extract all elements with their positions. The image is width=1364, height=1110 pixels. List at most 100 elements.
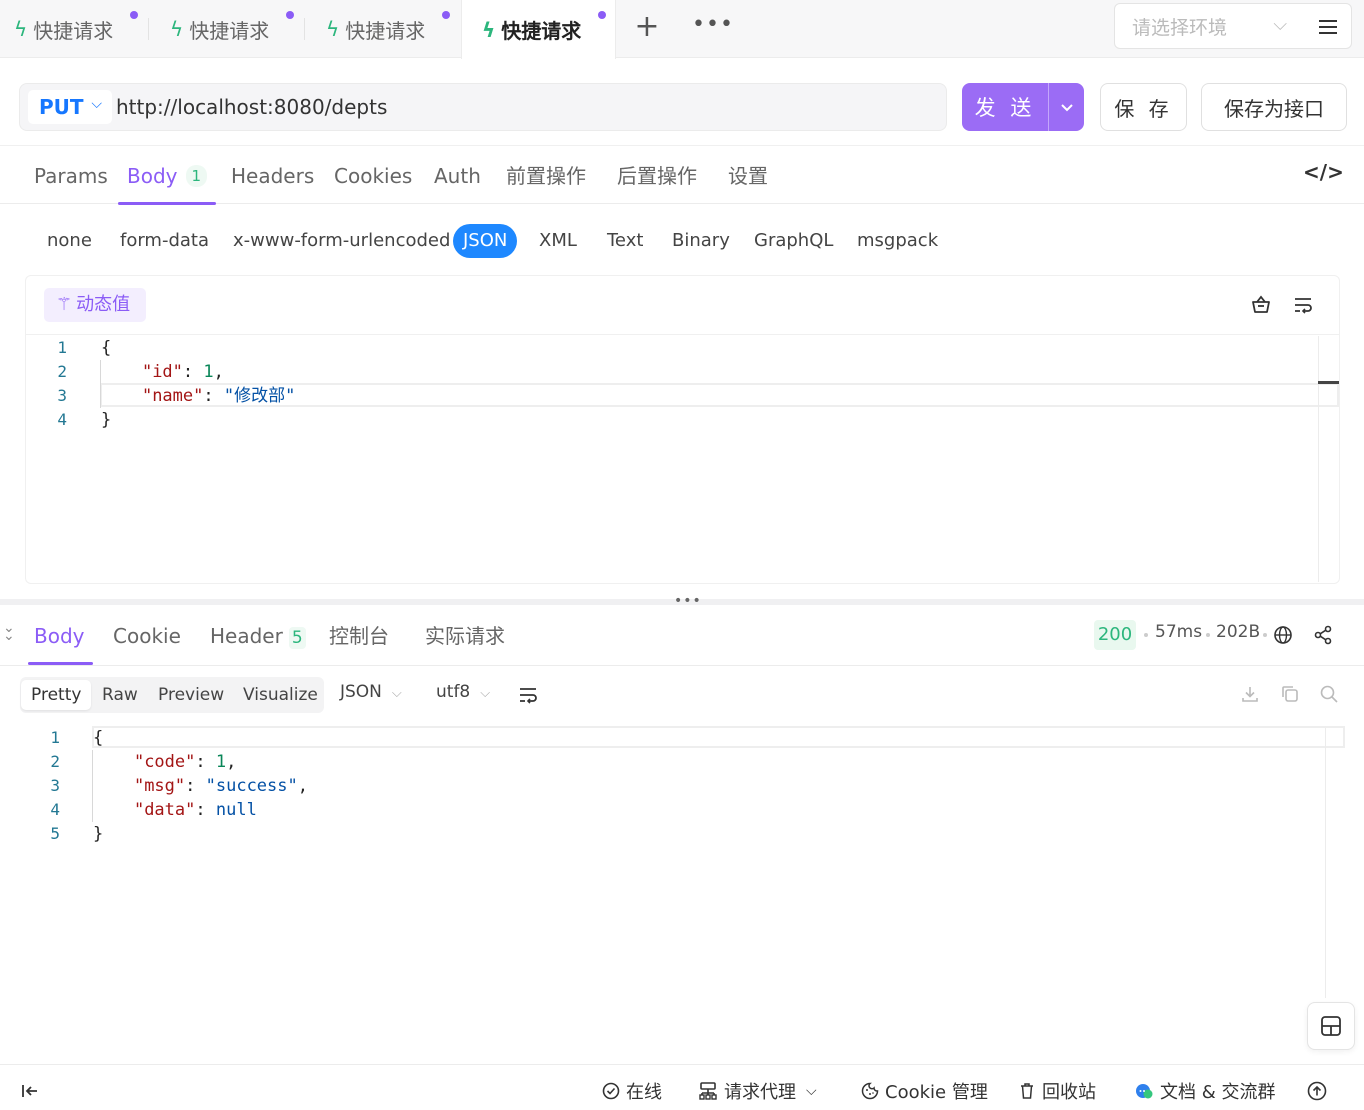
response-encoding-select[interactable]: utf8 ⌵ — [436, 682, 490, 702]
tab-quick-request-3[interactable]: ϟ 快捷请求 — [312, 0, 460, 58]
code-line: "id": 1, — [101, 360, 224, 384]
download-icon[interactable] — [1240, 684, 1260, 704]
tab-pre-operations[interactable]: 前置操作 — [506, 146, 586, 204]
tab-settings[interactable]: 设置 — [728, 146, 768, 204]
body-type-msgpack[interactable]: msgpack — [857, 224, 938, 258]
hamburger-menu-button[interactable] — [1305, 3, 1352, 49]
tab-body[interactable]: Body 1 — [117, 146, 217, 205]
code-token: : — [195, 752, 216, 772]
code-token: "id" — [141, 362, 183, 382]
tab-quick-request-2[interactable]: ϟ 快捷请求 — [156, 0, 304, 58]
share-icon[interactable] — [1313, 625, 1333, 645]
tab-headers[interactable]: Headers — [231, 146, 314, 204]
code-line: } — [93, 822, 103, 846]
tab-post-operations[interactable]: 后置操作 — [617, 146, 697, 204]
chevron-down-icon — [1060, 103, 1073, 111]
code-token: : — [195, 800, 216, 820]
url-bar: PUT ⌵ http://localhost:8080/depts — [19, 83, 947, 131]
meta-separator — [1263, 633, 1267, 637]
tab-label: 快捷请求 — [33, 18, 114, 43]
cookie-manager-label: Cookie 管理 — [885, 1082, 988, 1103]
copy-icon[interactable] — [1280, 684, 1300, 704]
tab-params[interactable]: Params — [34, 146, 108, 204]
online-label: 在线 — [626, 1082, 662, 1103]
online-status[interactable]: 在线 — [602, 1078, 662, 1104]
view-pretty[interactable]: Pretty — [21, 680, 92, 710]
chevron-down-icon: ⌵ — [480, 686, 491, 701]
magic-wand-icon: ⚚ — [56, 294, 73, 315]
response-format-select[interactable]: JSON ⌵ — [340, 682, 402, 702]
environment-select[interactable]: 请选择环境 ⌵ — [1114, 3, 1306, 49]
body-type-json[interactable]: JSON — [453, 224, 518, 258]
unsaved-dot — [442, 11, 450, 19]
tab-auth[interactable]: Auth — [434, 146, 481, 204]
code-token: { — [93, 728, 104, 748]
chevron-down-icon: ⌵ — [1273, 14, 1287, 35]
chevron-down-icon: ⌵ — [391, 686, 402, 701]
code-line: { — [93, 726, 103, 750]
tab-label: 快捷请求 — [345, 18, 426, 43]
upgrade-button[interactable] — [1307, 1078, 1333, 1104]
layout-toggle-button[interactable] — [1307, 1002, 1355, 1050]
response-scrollbar[interactable] — [1325, 728, 1326, 998]
body-type-none[interactable]: none — [47, 224, 92, 258]
request-body-panel — [25, 275, 1340, 584]
url-input[interactable]: http://localhost:8080/depts — [116, 84, 387, 130]
more-tabs-button[interactable]: ••• — [692, 10, 733, 44]
editor-scrollbar[interactable] — [1318, 336, 1319, 582]
body-type-urlencoded[interactable]: x-www-form-urlencoded — [233, 224, 450, 258]
save-button[interactable]: 保 存 — [1100, 83, 1187, 131]
tab-cookies[interactable]: Cookies — [334, 146, 412, 204]
beautify-icon[interactable] — [1250, 294, 1272, 316]
body-type-binary[interactable]: Binary — [672, 224, 730, 258]
save-as-api-button[interactable]: 保存为接口 — [1201, 83, 1347, 131]
code-token: } — [93, 824, 104, 844]
code-token: 1 — [203, 362, 214, 382]
send-button[interactable]: 发 送 — [962, 83, 1048, 131]
response-tab-console[interactable]: 控制台 — [329, 606, 389, 665]
dynamic-value-button[interactable]: ⚚ 动态值 — [44, 288, 146, 322]
line-number: 4 — [57, 410, 67, 429]
send-options-dropdown[interactable] — [1048, 83, 1084, 131]
response-time: 57ms — [1155, 622, 1203, 642]
word-wrap-icon[interactable] — [1292, 294, 1314, 316]
cookie-icon — [861, 1082, 879, 1100]
http-method-label: PUT — [39, 95, 84, 119]
response-tab-actual-request[interactable]: 实际请求 — [425, 606, 505, 665]
layout-icon — [1321, 1016, 1341, 1036]
scroll-position-marker — [1318, 381, 1339, 384]
view-raw[interactable]: Raw — [102, 680, 138, 710]
view-preview[interactable]: Preview — [158, 680, 224, 710]
body-type-graphql[interactable]: GraphQL — [754, 224, 833, 258]
tab-quick-request-1[interactable]: ϟ 快捷请求 — [0, 0, 146, 58]
code-token: null — [215, 800, 257, 820]
collapse-sidebar-button[interactable] — [20, 1078, 46, 1104]
tab-quick-request-4-active[interactable]: ϟ 快捷请求 — [461, 0, 616, 59]
code-snippet-icon[interactable]: </> — [1303, 160, 1344, 184]
search-icon[interactable] — [1319, 684, 1339, 704]
response-tab-header[interactable]: Header 5 — [210, 606, 306, 665]
body-type-form-data[interactable]: form-data — [120, 224, 209, 258]
code-line: "code": 1, — [93, 750, 236, 774]
request-proxy-menu[interactable]: 请求代理 ⌵ — [698, 1078, 817, 1104]
response-tab-body[interactable]: Body — [28, 606, 92, 665]
bolt-icon: ϟ — [326, 17, 340, 41]
collapse-panel-icon[interactable]: ⌄ ⌄ — [3, 621, 15, 643]
globe-icon[interactable] — [1273, 625, 1293, 645]
docs-community-label: 文档 & 交流群 — [1160, 1082, 1276, 1103]
cookie-manager-button[interactable]: Cookie 管理 — [861, 1078, 988, 1104]
tab-divider — [304, 18, 305, 40]
recycle-bin-button[interactable]: 回收站 — [1018, 1078, 1096, 1104]
response-tab-cookie[interactable]: Cookie — [113, 606, 181, 665]
code-token: "msg" — [133, 776, 186, 796]
http-method-select[interactable]: PUT ⌵ — [28, 90, 112, 124]
add-tab-button[interactable]: + — [632, 10, 662, 44]
code-line: "data": null — [93, 798, 257, 822]
view-visualize[interactable]: Visualize — [243, 680, 318, 710]
body-type-xml[interactable]: XML — [539, 224, 577, 258]
word-wrap-icon[interactable] — [517, 684, 539, 706]
docs-community-button[interactable]: 文档 & 交流群 — [1134, 1078, 1275, 1104]
request-proxy-label: 请求代理 — [724, 1082, 796, 1103]
body-type-text[interactable]: Text — [607, 224, 643, 258]
